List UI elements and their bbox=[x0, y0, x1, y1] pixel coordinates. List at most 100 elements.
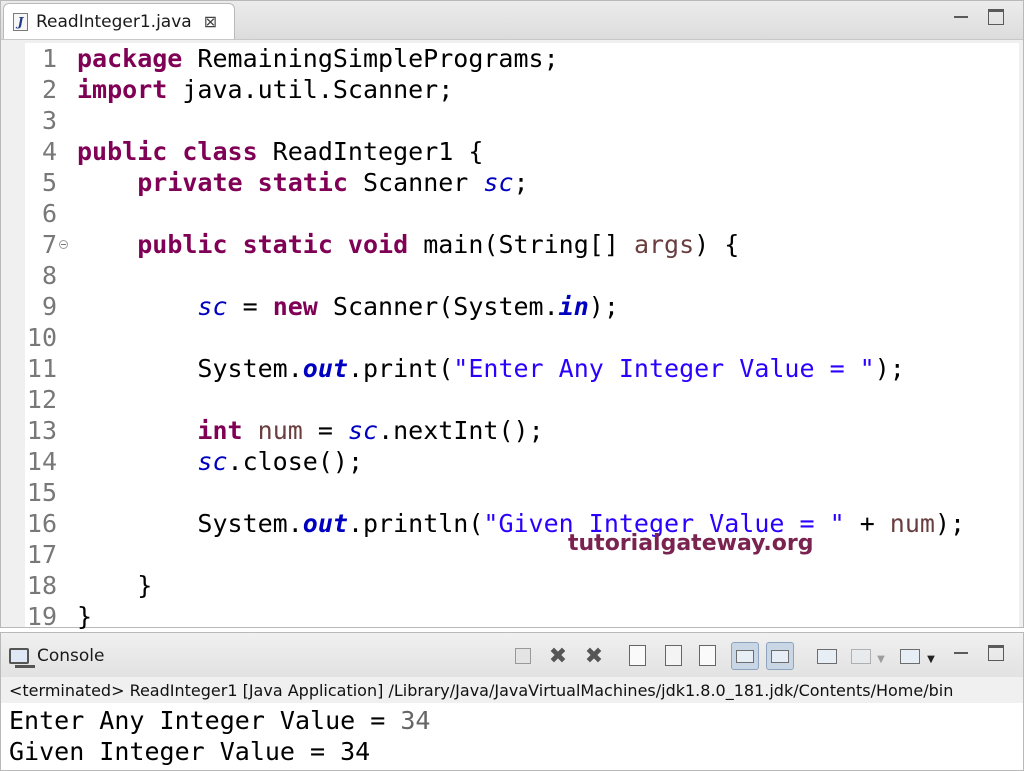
close-icon[interactable]: ⊠ bbox=[204, 12, 217, 31]
code-token: ReadInteger1 { bbox=[257, 137, 484, 166]
display-selected-console-icon[interactable] bbox=[851, 649, 871, 664]
show-console-on-output-icon[interactable] bbox=[731, 642, 759, 670]
show-console-on-error-icon[interactable] bbox=[766, 642, 794, 670]
console-output-line: Given Integer Value = 34 bbox=[9, 737, 371, 766]
variable-token: args bbox=[633, 230, 695, 259]
keyword-token: private static bbox=[137, 168, 348, 197]
remove-launch-icon[interactable]: ✖ bbox=[547, 644, 569, 669]
code-token: ) { bbox=[694, 230, 740, 259]
console-tab[interactable]: Console bbox=[5, 639, 113, 673]
code-token: ; bbox=[513, 168, 529, 197]
chevron-down-icon[interactable]: ▼ bbox=[926, 648, 936, 670]
code-line: System.out.print("Enter Any Integer Valu… bbox=[77, 353, 904, 384]
code-token: ); bbox=[934, 509, 966, 538]
line-number: 4 bbox=[41, 137, 57, 166]
line-number: 5 bbox=[41, 168, 57, 197]
variable-token: num bbox=[257, 416, 303, 445]
code-line: public class ReadInteger1 { bbox=[77, 136, 483, 167]
java-file-icon: J bbox=[13, 12, 28, 31]
string-token: "Enter Any Integer Value = " bbox=[453, 354, 875, 383]
line-number: 8 bbox=[41, 261, 57, 290]
editor-tab-label: ReadInteger1.java bbox=[36, 11, 192, 32]
code-token: .close(); bbox=[227, 447, 363, 476]
code-token: + bbox=[844, 509, 890, 538]
code-token: .println( bbox=[347, 509, 484, 538]
field-token: sc bbox=[483, 168, 514, 197]
watermark-text: tutorialgateway.org bbox=[568, 531, 814, 556]
keyword-token: package bbox=[77, 44, 183, 73]
line-number-gutter: 1 2 3 4 5 6 7 8 9 10 11 12 13 14 15 16 1… bbox=[25, 43, 73, 631]
editor-tab-readinteger1[interactable]: J ReadInteger1.java ⊠ bbox=[3, 3, 235, 39]
variable-token: num bbox=[889, 509, 935, 538]
scroll-lock-icon[interactable] bbox=[665, 645, 682, 666]
line-number: 12 bbox=[26, 385, 57, 414]
maximize-icon[interactable] bbox=[988, 9, 1004, 25]
code-token: .nextInt(); bbox=[378, 416, 544, 445]
keyword-token: public class bbox=[77, 137, 258, 166]
line-number: 3 bbox=[41, 106, 57, 135]
code-line: } bbox=[77, 602, 93, 631]
line-number: 17 bbox=[26, 540, 57, 569]
code-line: sc = new Scanner(System.in); bbox=[77, 291, 619, 322]
console-monitor-icon bbox=[9, 648, 35, 668]
user-input-value: 34 bbox=[400, 706, 431, 735]
line-number: 1 bbox=[41, 44, 57, 73]
line-number: 6 bbox=[41, 199, 57, 228]
code-line: } bbox=[77, 571, 153, 600]
word-wrap-icon[interactable] bbox=[699, 645, 716, 666]
open-console-icon[interactable] bbox=[900, 649, 920, 664]
line-number: 11 bbox=[26, 354, 57, 383]
field-token: sc bbox=[347, 416, 379, 445]
code-editor[interactable]: 1 2 3 4 5 6 7 8 9 10 11 12 13 14 15 16 1… bbox=[25, 43, 1019, 631]
line-number: 19 bbox=[26, 602, 57, 631]
output-prompt: Enter Any Integer Value = bbox=[9, 706, 401, 735]
chevron-down-icon[interactable]: ▼ bbox=[876, 648, 886, 670]
line-number: 14 bbox=[26, 447, 57, 476]
minimize-icon[interactable] bbox=[953, 645, 969, 661]
console-output[interactable]: Enter Any Integer Value = 34 Given Integ… bbox=[1, 703, 1023, 770]
minimize-icon[interactable] bbox=[953, 9, 969, 25]
line-number: 9 bbox=[41, 292, 57, 321]
console-tab-label: Console bbox=[37, 646, 105, 666]
keyword-token: new bbox=[272, 292, 318, 321]
line-number: 18 bbox=[26, 571, 57, 600]
line-number: 13 bbox=[26, 416, 57, 445]
code-token: .print( bbox=[347, 354, 454, 383]
code-line: int num = sc.nextInt(); bbox=[77, 415, 544, 446]
keyword-token: int bbox=[197, 416, 243, 445]
fold-collapse-icon[interactable] bbox=[59, 240, 68, 249]
maximize-icon[interactable] bbox=[988, 645, 1004, 661]
remove-all-terminated-icon[interactable]: ✖ bbox=[583, 644, 605, 669]
line-number: 16 bbox=[26, 509, 57, 538]
terminated-status-line: <terminated> ReadInteger1 [Java Applicat… bbox=[9, 681, 954, 700]
console-pane: Console ✖ ✖ ▼ ▼ <terminated> ReadInteger… bbox=[0, 632, 1024, 771]
code-line: System.out.println("Given Integer Value … bbox=[77, 508, 965, 539]
editor-tab-bar: J ReadInteger1.java ⊠ bbox=[1, 1, 1023, 40]
code-token: main(String[] bbox=[408, 230, 634, 259]
code-line: private static Scanner sc; bbox=[77, 167, 529, 198]
pin-console-icon[interactable] bbox=[817, 649, 837, 664]
static-field-token: out bbox=[302, 509, 348, 538]
static-field-token: in bbox=[558, 292, 589, 321]
code-line: sc.close(); bbox=[77, 446, 363, 477]
code-token: ); bbox=[588, 292, 619, 321]
code-token: Scanner(System. bbox=[317, 292, 559, 321]
static-field-token: out bbox=[302, 354, 348, 383]
line-number: 10 bbox=[26, 323, 57, 352]
clear-console-icon[interactable] bbox=[629, 645, 646, 666]
terminate-icon[interactable] bbox=[515, 648, 531, 664]
code-line: import java.util.Scanner; bbox=[77, 74, 453, 105]
field-token: sc bbox=[197, 447, 228, 476]
console-output-line: Enter Any Integer Value = 34 bbox=[9, 705, 430, 736]
console-header: Console ✖ ✖ ▼ ▼ bbox=[1, 633, 1023, 677]
editor-pane: J ReadInteger1.java ⊠ 1 2 3 4 5 6 7 8 9 … bbox=[0, 0, 1024, 631]
code-line: package RemainingSimplePrograms; bbox=[77, 43, 559, 74]
